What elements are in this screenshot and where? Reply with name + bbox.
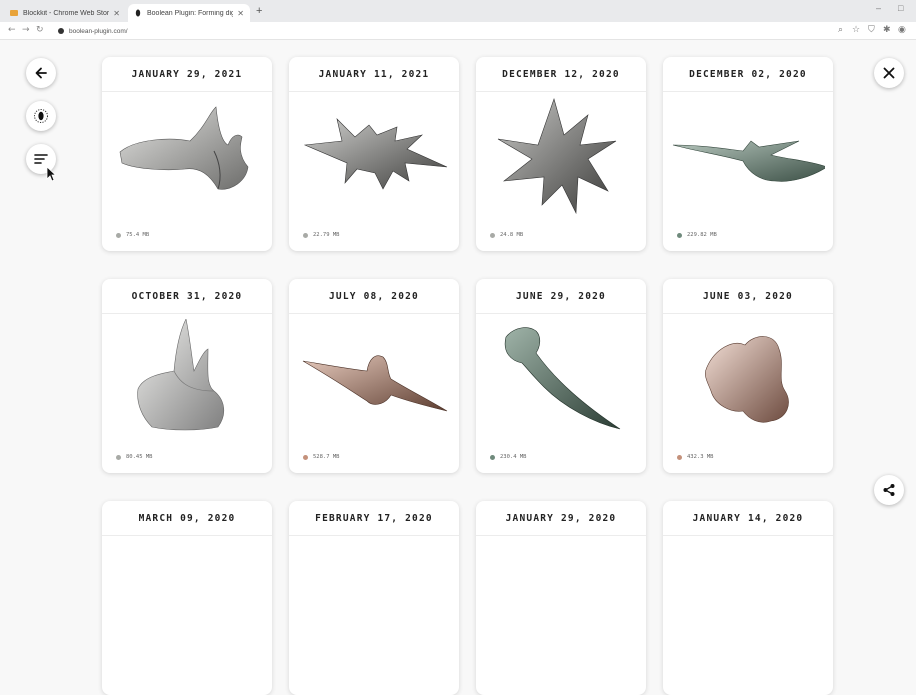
chrome-store-favicon-icon: [10, 9, 18, 17]
material-dot: [677, 454, 682, 460]
browser-tab-boolean[interactable]: Boolean Plugin: Forming digita... ✕: [128, 4, 250, 22]
card-date: JUNE 29, 2020: [476, 279, 646, 314]
bookmark-star-icon[interactable]: ☆: [852, 25, 860, 36]
file-size-label: 230.4 MB: [500, 454, 527, 460]
sculpture-card[interactable]: JULY 08, 2020 528.7 MB: [289, 279, 459, 473]
teal-sculpture-thumbnail: [504, 327, 621, 430]
profile-avatar-icon[interactable]: ◉: [898, 25, 906, 36]
sculpture-card[interactable]: JANUARY 29, 2021 75.4 MB: [102, 57, 272, 251]
card-date: JANUARY 29, 2020: [476, 501, 646, 536]
card-date: DECEMBER 12, 2020: [476, 57, 646, 92]
material-filter-button[interactable]: [26, 101, 56, 131]
card-date: JANUARY 29, 2021: [102, 57, 272, 92]
sculpture-card[interactable]: JUNE 03, 2020 432.3 MB: [663, 279, 833, 473]
file-size: 22.79 MB: [303, 232, 340, 238]
material-dot: [116, 232, 121, 238]
card-date: DECEMBER 02, 2020: [663, 57, 833, 92]
stone-sculpture-thumbnail: [137, 319, 225, 431]
copper-sculpture-thumbnail: [302, 355, 448, 412]
new-tab-button[interactable]: +: [256, 4, 262, 18]
extension-shield-icon[interactable]: ⛉: [868, 25, 875, 36]
sculpture-card[interactable]: MARCH 09, 2020: [102, 501, 272, 695]
browser-tab-bar: Blockkit - Chrome Web Store ✕ Boolean Pl…: [0, 0, 916, 22]
browser-toolbar: ← → ↻ boolean-plugin.com/ ⌕ ☆ ⛉ ✱ ◉: [0, 22, 916, 40]
material-dot: [303, 232, 308, 238]
material-dot: [490, 454, 495, 460]
address-bar[interactable]: boolean-plugin.com/: [58, 25, 618, 37]
card-date: JULY 08, 2020: [289, 279, 459, 314]
file-size-label: 229.82 MB: [687, 232, 717, 238]
tab-close-icon[interactable]: ✕: [237, 9, 244, 18]
file-size: 75.4 MB: [116, 232, 149, 238]
maximize-button[interactable]: □: [898, 3, 903, 13]
card-date: JANUARY 14, 2020: [663, 501, 833, 536]
material-dot: [116, 454, 121, 460]
material-dot: [490, 232, 495, 238]
tab-title: Boolean Plugin: Forming digita...: [147, 9, 234, 17]
share-icon: [882, 483, 896, 497]
sculpture-card[interactable]: JUNE 29, 2020 230.4 MB: [476, 279, 646, 473]
teal-sculpture-thumbnail: [672, 140, 825, 182]
file-size-label: 75.4 MB: [126, 232, 150, 238]
pink-sculpture-thumbnail: [705, 336, 789, 423]
file-size-label: 22.79 MB: [313, 232, 340, 238]
search-icon[interactable]: ⌕: [838, 25, 843, 36]
material-dot: [303, 454, 308, 460]
color-filter-icon: [33, 108, 49, 124]
sculpture-card[interactable]: DECEMBER 02, 2020 229.82 MB: [663, 57, 833, 251]
material-dot: [677, 232, 682, 238]
card-date: MARCH 09, 2020: [102, 501, 272, 536]
file-size: 229.82 MB: [677, 232, 717, 238]
card-date: JANUARY 11, 2021: [289, 57, 459, 92]
sculpture-card[interactable]: JANUARY 29, 2020: [476, 501, 646, 695]
tab-close-icon[interactable]: ✕: [113, 9, 120, 18]
stone-sculpture-thumbnail: [497, 97, 617, 215]
stone-sculpture-thumbnail: [119, 106, 249, 190]
close-x-icon: [883, 67, 895, 79]
file-size-label: 432.3 MB: [687, 454, 714, 460]
extensions-puzzle-icon[interactable]: ✱: [883, 25, 891, 36]
sculpture-card[interactable]: DECEMBER 12, 2020 24.8 MB: [476, 57, 646, 251]
card-date: OCTOBER 31, 2020: [102, 279, 272, 314]
card-date: FEBRUARY 17, 2020: [289, 501, 459, 536]
back-button[interactable]: [26, 58, 56, 88]
file-size-label: 24.8 MB: [500, 232, 524, 238]
sculpture-card[interactable]: FEBRUARY 17, 2020: [289, 501, 459, 695]
file-size: 230.4 MB: [490, 454, 527, 460]
close-button[interactable]: [874, 58, 904, 88]
sculpture-card[interactable]: JANUARY 11, 2021 22.79 MB: [289, 57, 459, 251]
file-size: 432.3 MB: [677, 454, 714, 460]
boolean-favicon-icon: [134, 9, 142, 17]
share-button[interactable]: [874, 475, 904, 505]
url-text[interactable]: boolean-plugin.com/: [69, 28, 128, 35]
file-size: 80.45 MB: [116, 454, 153, 460]
sculpture-card[interactable]: JANUARY 14, 2020: [663, 501, 833, 695]
sort-lines-icon: [34, 153, 48, 165]
file-size-label: 528.7 MB: [313, 454, 340, 460]
minimize-button[interactable]: –: [876, 3, 881, 13]
tab-title: Blockkit - Chrome Web Store: [23, 9, 110, 17]
site-info-icon[interactable]: [58, 28, 64, 34]
file-size: 24.8 MB: [490, 232, 523, 238]
reload-icon[interactable]: ↻: [36, 25, 44, 36]
mouse-pointer-icon: [46, 166, 57, 186]
browser-back-icon[interactable]: ←: [8, 25, 16, 36]
browser-tab-blockkit[interactable]: Blockkit - Chrome Web Store ✕: [4, 4, 126, 22]
card-date: JUNE 03, 2020: [663, 279, 833, 314]
stone-sculpture-thumbnail: [303, 118, 448, 190]
sculpture-card[interactable]: OCTOBER 31, 2020 80.45 MB: [102, 279, 272, 473]
file-size-label: 80.45 MB: [126, 454, 153, 460]
browser-forward-icon[interactable]: →: [22, 25, 30, 36]
file-size: 528.7 MB: [303, 454, 340, 460]
arrow-left-icon: [34, 66, 48, 80]
